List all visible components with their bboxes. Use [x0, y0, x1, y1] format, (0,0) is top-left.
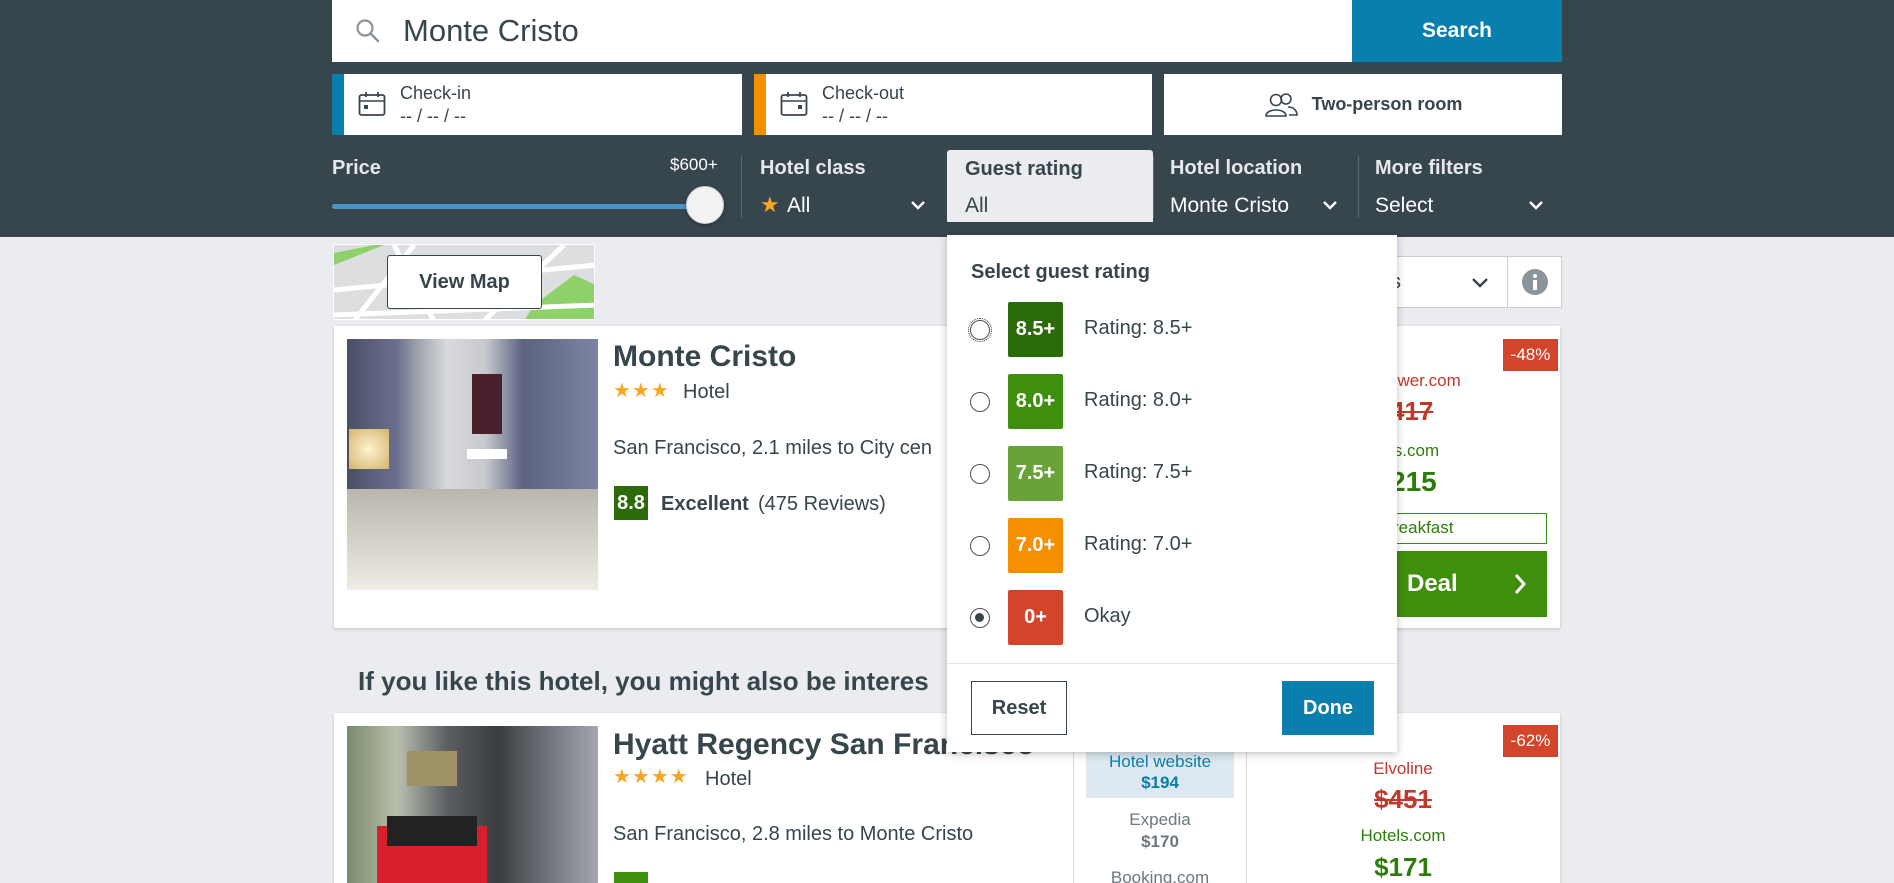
rating-option-label: Rating: 7.0+	[1084, 533, 1193, 555]
checkin-label: Check-in	[400, 83, 472, 103]
checkin-value: -- / -- / --	[400, 106, 466, 126]
price-label: Price	[332, 157, 381, 179]
price-slider-track[interactable]	[332, 204, 704, 209]
dropdown-title: Select guest rating	[971, 261, 1150, 283]
hotel-location: San Francisco, 2.1 miles to City cen	[613, 437, 933, 459]
more-filters[interactable]: More filters Select	[1375, 150, 1550, 222]
chevron-down-icon	[911, 201, 925, 210]
rating-badge: 8.0+	[1008, 374, 1063, 429]
checkout-field[interactable]: Check-out -- / -- / --	[754, 74, 1152, 135]
filter-divider	[1358, 156, 1359, 218]
calendar-icon	[358, 92, 386, 116]
hotel-class-value: All	[787, 194, 811, 217]
hotel-name[interactable]: Monte Cristo	[613, 340, 796, 374]
rating-badge: 7.0+	[1008, 518, 1063, 573]
hotel-location-value: Monte Cristo	[1170, 194, 1290, 217]
hotel-photo[interactable]	[347, 339, 598, 590]
room-label: Two-person room	[1311, 94, 1463, 114]
chevron-down-icon	[1323, 201, 1337, 210]
rating-option-7-0[interactable]: 7.0+ Rating: 7.0+	[947, 517, 1397, 573]
more-filters-label: More filters	[1375, 157, 1483, 179]
discount-badge: -62%	[1503, 725, 1558, 757]
price-site[interactable]: Expedia	[1086, 810, 1234, 830]
score-badge: 8.8	[614, 486, 648, 520]
chevron-right-icon	[1514, 574, 1527, 594]
search-button[interactable]: Search	[1352, 0, 1562, 62]
info-icon	[1521, 269, 1548, 295]
score-badge	[614, 872, 648, 883]
radio-button[interactable]	[970, 536, 990, 556]
review-count[interactable]: (475 Reviews)	[758, 493, 886, 516]
rating-option-8-0[interactable]: 8.0+ Rating: 8.0+	[947, 373, 1397, 429]
price-value: $194	[1141, 773, 1179, 792]
chevron-down-icon	[1472, 278, 1488, 288]
price-max: $600+	[670, 155, 718, 174]
perk-badge: reakfast	[1380, 513, 1547, 544]
rating-option-okay[interactable]: 0+ Okay	[947, 589, 1397, 645]
discount-badge: -48%	[1503, 339, 1558, 371]
rating-option-label: Rating: 8.0+	[1084, 389, 1193, 411]
interest-heading: If you like this hotel, you might also b…	[358, 666, 929, 696]
score-label: Excellent	[661, 493, 749, 515]
filter-divider	[1153, 156, 1154, 218]
more-filters-value: Select	[1375, 194, 1434, 217]
star-rating: ★★★★	[613, 766, 689, 788]
price-value: $170	[1141, 832, 1179, 851]
old-price-site[interactable]: ower.com	[1388, 371, 1461, 391]
price-site: Hotel website	[1108, 752, 1212, 771]
radio-button[interactable]	[970, 464, 990, 484]
rating-option-7-5[interactable]: 7.5+ Rating: 7.5+	[947, 445, 1397, 501]
best-price: $171	[1374, 852, 1432, 882]
best-price-site[interactable]: Hotels.com	[1260, 826, 1546, 846]
search-input[interactable]	[403, 8, 1103, 54]
rating-option-label: Okay	[1084, 605, 1131, 627]
hotel-website-price[interactable]: Hotel website $194	[1086, 748, 1234, 798]
hotel-type: Hotel	[705, 768, 752, 790]
radio-button[interactable]	[970, 392, 990, 412]
rating-option-8-5[interactable]: 8.5+ Rating: 8.5+	[947, 301, 1397, 357]
calendar-icon	[780, 92, 808, 116]
hotel-location: San Francisco, 2.8 miles to Monte Cristo	[613, 823, 974, 845]
price-site[interactable]: Booking.com	[1086, 868, 1234, 883]
radio-button[interactable]	[970, 608, 990, 628]
star-rating: ★★★	[613, 380, 670, 402]
rating-badge: 0+	[1008, 590, 1063, 645]
room-selector[interactable]: Two-person room	[1164, 74, 1562, 135]
hotel-class-filter[interactable]: Hotel class ★ All	[760, 150, 940, 222]
guest-rating-dropdown: Select guest rating 8.5+ Rating: 8.5+ 8.…	[947, 235, 1397, 752]
dropdown-divider	[947, 663, 1397, 664]
checkout-value: -- / -- / --	[822, 106, 888, 126]
rating-option-label: Rating: 8.5+	[1084, 317, 1193, 339]
best-price: 215	[1390, 466, 1437, 497]
star-icon: ★	[760, 192, 780, 217]
rating-badge: 7.5+	[1008, 446, 1063, 501]
done-button[interactable]: Done	[1282, 681, 1374, 735]
guest-rating-label: Guest rating	[965, 158, 1083, 180]
rating-badge: 8.5+	[1008, 302, 1063, 357]
people-icon	[1264, 92, 1298, 117]
checkout-label: Check-out	[822, 83, 905, 103]
search-icon	[356, 19, 380, 43]
old-price-site[interactable]: Elvoline	[1260, 759, 1546, 779]
rating-option-label: Rating: 7.5+	[1084, 461, 1193, 483]
checkin-field[interactable]: Check-in -- / -- / --	[332, 74, 742, 135]
best-price-site[interactable]: ls.com	[1390, 441, 1439, 461]
view-map-button[interactable]: View Map	[387, 255, 542, 309]
chevron-down-icon	[1529, 201, 1543, 210]
hotel-type: Hotel	[683, 381, 730, 403]
guest-rating-value: All	[965, 194, 989, 217]
hotel-class-label: Hotel class	[760, 157, 866, 179]
view-deal-button[interactable]: Deal	[1380, 551, 1547, 617]
hotel-location-filter[interactable]: Hotel location Monte Cristo	[1170, 150, 1345, 222]
hotel-location-label: Hotel location	[1170, 157, 1303, 179]
radio-button[interactable]	[968, 318, 992, 342]
old-price: $451	[1374, 784, 1432, 814]
hotel-photo[interactable]	[347, 726, 598, 883]
info-button[interactable]	[1507, 256, 1562, 308]
reset-button[interactable]: Reset	[971, 681, 1067, 735]
guest-rating-filter[interactable]: Guest rating All	[947, 150, 1153, 222]
price-slider-handle[interactable]	[686, 186, 724, 224]
filter-divider	[741, 156, 742, 218]
view-deal-label: Deal	[1407, 570, 1458, 597]
